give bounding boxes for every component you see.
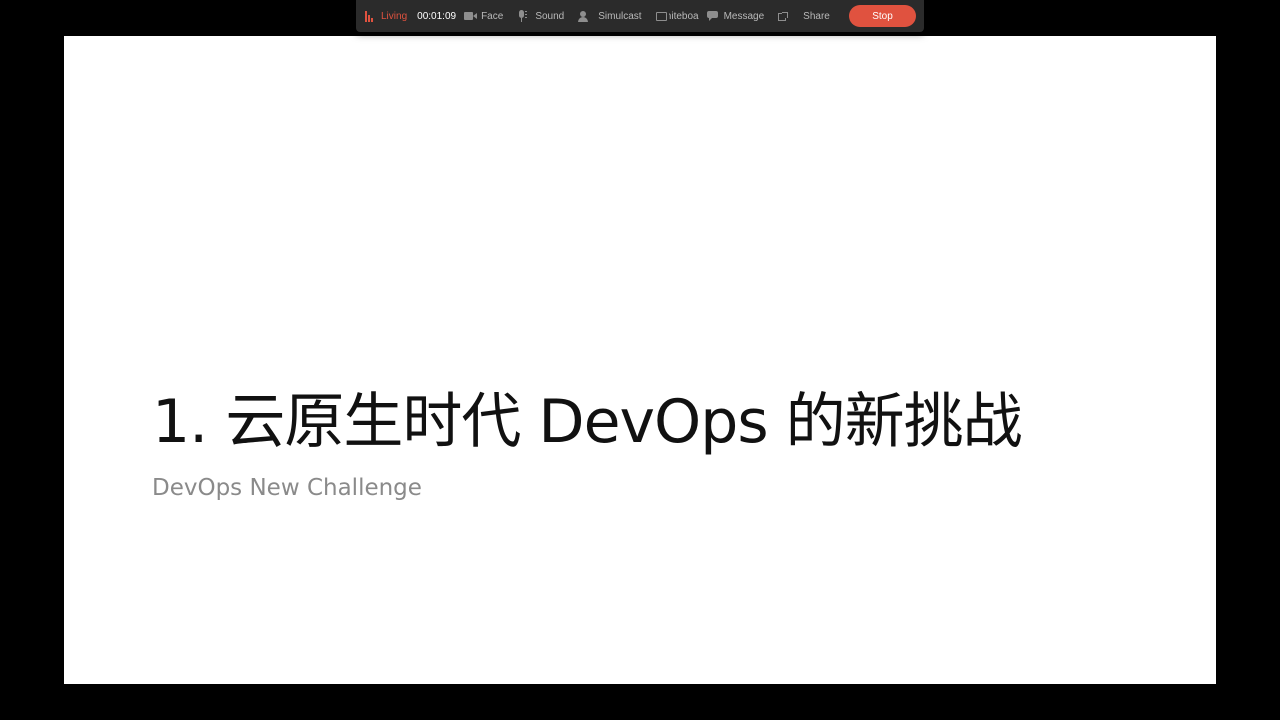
face-label: Face xyxy=(481,10,504,22)
live-status-label: Living xyxy=(381,10,408,22)
live-timer: 00:01:09 xyxy=(417,10,457,22)
slide-subtitle: DevOps New Challenge xyxy=(152,475,422,501)
share-button[interactable]: Share xyxy=(778,11,830,22)
person-icon xyxy=(578,10,590,22)
camera-icon xyxy=(464,12,478,20)
microphone-icon xyxy=(517,10,528,22)
whiteboard-button[interactable]: Whiteboa xyxy=(655,10,703,22)
simulcast-button[interactable]: Simulcast xyxy=(578,10,642,22)
sound-button[interactable]: Sound xyxy=(517,10,564,22)
stop-button[interactable]: Stop xyxy=(849,5,916,27)
message-label: Message xyxy=(723,10,765,22)
presentation-slide: 1. 云原生时代 DevOps 的新挑战 DevOps New Challeng… xyxy=(64,36,1216,684)
external-link-icon xyxy=(778,11,789,21)
simulcast-label: Simulcast xyxy=(598,10,642,22)
whiteboard-icon xyxy=(655,11,667,21)
bar-chart-icon xyxy=(365,10,377,22)
share-label: Share xyxy=(803,10,830,22)
message-button[interactable]: Message xyxy=(706,10,765,22)
sound-label: Sound xyxy=(535,10,565,22)
live-status: Living xyxy=(365,10,417,22)
screen: 1. 云原生时代 DevOps 的新挑战 DevOps New Challeng… xyxy=(0,0,1280,720)
face-button[interactable]: Face xyxy=(464,11,503,22)
slide-title: 1. 云原生时代 DevOps 的新挑战 xyxy=(152,387,1023,457)
message-icon xyxy=(706,11,718,21)
whiteboard-label: Whiteboa xyxy=(669,10,699,22)
live-control-bar: Living 00:01:09 Face Sound Simulcast ite… xyxy=(356,0,924,32)
